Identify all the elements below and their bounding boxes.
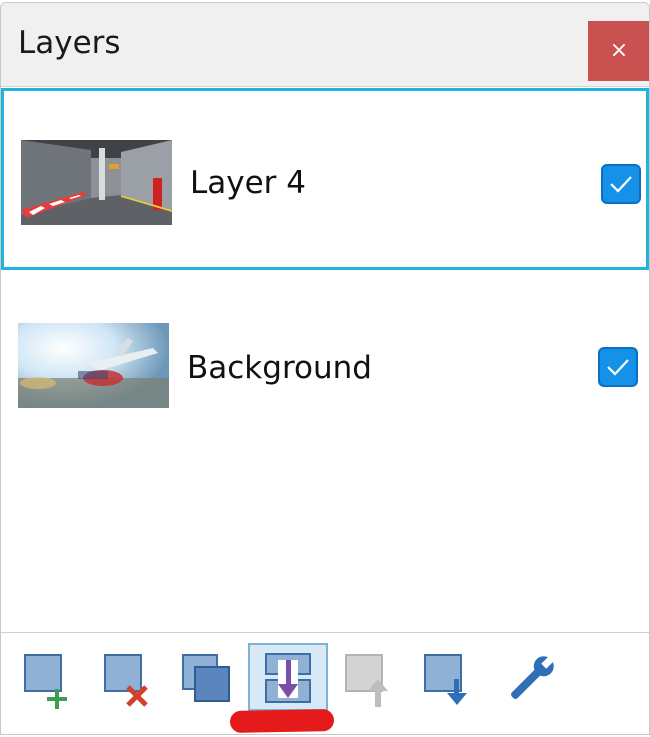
- visibility-checkbox[interactable]: [601, 164, 641, 204]
- layer-row-background[interactable]: Background: [1, 273, 649, 455]
- delete-layer-icon: [104, 654, 148, 707]
- layer-thumbnail: [18, 323, 169, 408]
- duplicate-layer-icon: [182, 654, 230, 702]
- move-up-icon: [345, 654, 388, 707]
- checkmark-icon: [610, 176, 632, 193]
- window-title: Layers: [18, 25, 121, 61]
- red-highlight-annotation: [229, 709, 335, 733]
- layers-window: Layers × Layer 4 Background: [0, 2, 650, 735]
- move-layer-up-button[interactable]: [344, 649, 400, 709]
- delete-layer-button[interactable]: [101, 649, 157, 709]
- move-down-icon: [424, 654, 467, 705]
- move-layer-down-button[interactable]: [423, 649, 479, 709]
- layer-row-layer-4[interactable]: Layer 4: [1, 88, 649, 270]
- duplicate-layer-button[interactable]: [181, 649, 237, 709]
- layer-thumbnail: [21, 140, 172, 225]
- checkmark-icon: [607, 359, 629, 376]
- add-layer-icon: [24, 654, 67, 709]
- merge-layer-down-button[interactable]: [248, 643, 328, 711]
- wrench-icon: [511, 655, 555, 699]
- title-bar: Layers ×: [1, 3, 649, 87]
- close-button[interactable]: ×: [588, 21, 649, 81]
- layer-properties-button[interactable]: [503, 649, 559, 709]
- visibility-checkbox[interactable]: [598, 347, 638, 387]
- add-layer-button[interactable]: [21, 649, 77, 709]
- merge-down-icon: [265, 653, 311, 703]
- layer-name: Layer 4: [190, 165, 307, 201]
- layer-name: Background: [187, 350, 372, 386]
